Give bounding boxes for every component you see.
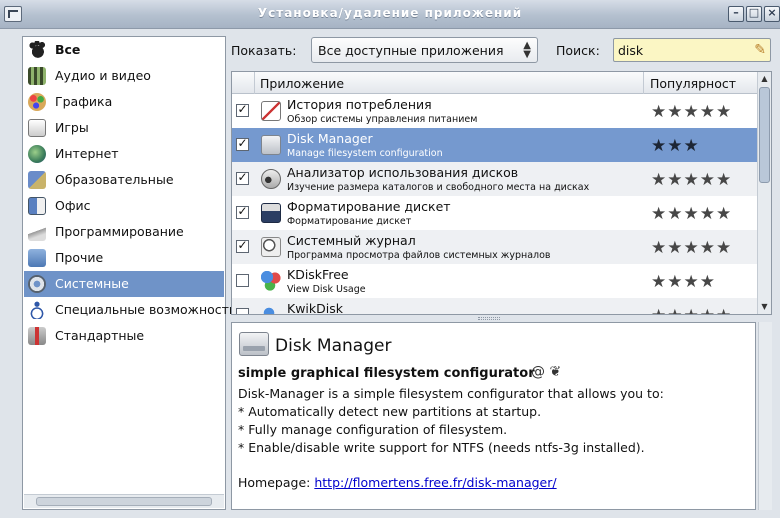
accessibility-icon bbox=[28, 301, 46, 319]
scroll-thumb[interactable] bbox=[759, 87, 770, 183]
table-row[interactable]: KwikDisk ★★★★★ bbox=[232, 298, 757, 314]
category-item-other[interactable]: Прочие bbox=[24, 245, 224, 271]
minimize-button[interactable]: – bbox=[728, 6, 744, 22]
disk-usage-analyzer-icon bbox=[261, 169, 281, 189]
power-history-icon bbox=[261, 101, 281, 121]
details-subtitle: simple graphical filesystem configurator bbox=[238, 366, 535, 381]
column-header-application[interactable]: Приложение bbox=[260, 76, 344, 91]
install-checkbox[interactable]: ✓ bbox=[236, 136, 249, 151]
column-header-popularity[interactable]: Популярност bbox=[650, 76, 754, 91]
table-row[interactable]: ✓ Системный журнал Программа просмотра ф… bbox=[232, 230, 757, 264]
checkbox-column-header[interactable] bbox=[232, 72, 255, 94]
show-filter-dropdown[interactable]: Все доступные приложения ▲ ▼ bbox=[311, 37, 538, 63]
magnifier-icon bbox=[261, 237, 281, 257]
window-title: Установка/удаление приложений bbox=[257, 6, 523, 20]
popularity-stars: ★★★ bbox=[651, 136, 700, 156]
install-checkbox[interactable] bbox=[236, 308, 249, 314]
gnome-foot-icon bbox=[28, 41, 46, 59]
category-item-programming[interactable]: Программирование bbox=[24, 219, 224, 245]
category-item-graphics[interactable]: Графика bbox=[24, 89, 224, 115]
app-details-pane: Disk Manager simple graphical filesystem… bbox=[231, 322, 756, 510]
show-label: Показать: bbox=[231, 43, 297, 58]
category-item-internet[interactable]: Интернет bbox=[24, 141, 224, 167]
popularity-stars: ★★★★★ bbox=[651, 204, 733, 224]
globe-icon bbox=[28, 145, 46, 163]
programming-icon bbox=[28, 223, 46, 241]
table-row[interactable]: KDiskFree View Disk Usage ★★★★ bbox=[232, 264, 757, 298]
table-vertical-scrollbar[interactable]: ▲ ▼ bbox=[757, 72, 771, 314]
install-checkbox[interactable]: ✓ bbox=[236, 170, 249, 185]
game-icon bbox=[28, 119, 46, 137]
install-checkbox[interactable] bbox=[236, 274, 249, 287]
popularity-stars: ★★★★★ bbox=[651, 238, 733, 258]
details-vertical-scrollbar[interactable] bbox=[758, 322, 772, 510]
maximize-button[interactable]: □ bbox=[746, 6, 762, 22]
kwikdisk-icon bbox=[261, 305, 281, 314]
floppy-icon bbox=[261, 203, 281, 223]
category-item-audio-video[interactable]: Аудио и видео bbox=[24, 63, 224, 89]
kdiskfree-icon bbox=[261, 271, 281, 291]
install-checkbox[interactable]: ✓ bbox=[236, 238, 249, 253]
table-row[interactable]: ✓ Disk Manager Manage filesystem configu… bbox=[232, 128, 757, 162]
homepage-link[interactable]: http://flomertens.free.fr/disk-manager/ bbox=[314, 475, 556, 490]
scroll-up-icon[interactable]: ▲ bbox=[759, 72, 770, 86]
disk-manager-icon bbox=[261, 135, 281, 155]
search-label: Поиск: bbox=[556, 43, 600, 58]
category-item-all[interactable]: Все bbox=[24, 37, 224, 63]
search-input[interactable]: disk ✎ bbox=[613, 38, 771, 62]
close-button[interactable]: × bbox=[764, 6, 780, 22]
category-item-accessibility[interactable]: Специальные возможности bbox=[24, 297, 237, 323]
updown-arrow-icon: ▲ ▼ bbox=[523, 40, 531, 60]
install-checkbox[interactable]: ✓ bbox=[236, 204, 249, 219]
install-checkbox[interactable]: ✓ bbox=[236, 102, 249, 117]
debian-swirl-icon: @ bbox=[531, 364, 545, 380]
applications-table: Приложение Популярност ✓ История потребл… bbox=[231, 71, 772, 315]
disk-manager-icon bbox=[239, 332, 269, 356]
category-item-accessories[interactable]: Стандартные bbox=[24, 323, 224, 349]
table-header: Приложение Популярност bbox=[232, 72, 757, 94]
popularity-stars: ★★★★★ bbox=[651, 102, 733, 122]
accessories-icon bbox=[28, 327, 46, 345]
office-icon bbox=[28, 197, 46, 215]
popularity-stars: ★★★★★ bbox=[651, 170, 733, 190]
supported-icons: @ ❦ bbox=[531, 364, 561, 380]
table-row[interactable]: ✓ Анализатор использования дисков Изучен… bbox=[232, 162, 757, 196]
table-row[interactable]: ✓ История потребления Обзор системы упра… bbox=[232, 94, 757, 128]
category-horizontal-scrollbar[interactable] bbox=[24, 494, 224, 508]
popularity-stars: ★★★★★ bbox=[651, 306, 732, 314]
palette-icon bbox=[28, 93, 46, 111]
category-item-office[interactable]: Офис bbox=[24, 193, 224, 219]
film-icon bbox=[28, 67, 46, 85]
category-list: Все Аудио и видео Графика Игры Интернет … bbox=[22, 36, 237, 510]
table-row[interactable]: ✓ Форматирование дискет Форматирование д… bbox=[232, 196, 757, 230]
details-homepage: Homepage: http://flomertens.free.fr/disk… bbox=[238, 475, 557, 490]
category-item-education[interactable]: Образовательные bbox=[24, 167, 224, 193]
gear-icon bbox=[28, 275, 46, 293]
scroll-down-icon[interactable]: ▼ bbox=[759, 300, 770, 314]
pane-resize-handle[interactable] bbox=[478, 317, 500, 320]
details-description: Disk-Manager is a simple filesystem conf… bbox=[238, 386, 664, 455]
education-icon bbox=[28, 171, 46, 189]
folder-icon bbox=[28, 249, 46, 267]
category-item-system[interactable]: Системные bbox=[24, 271, 224, 297]
gnome-foot-icon: ❦ bbox=[549, 364, 562, 380]
title-bar: Установка/удаление приложений – □ × bbox=[0, 0, 780, 29]
popularity-stars: ★★★★ bbox=[651, 272, 716, 292]
clear-search-icon[interactable]: ✎ bbox=[754, 42, 766, 58]
category-item-games[interactable]: Игры bbox=[24, 115, 224, 141]
details-title: Disk Manager bbox=[275, 336, 392, 356]
